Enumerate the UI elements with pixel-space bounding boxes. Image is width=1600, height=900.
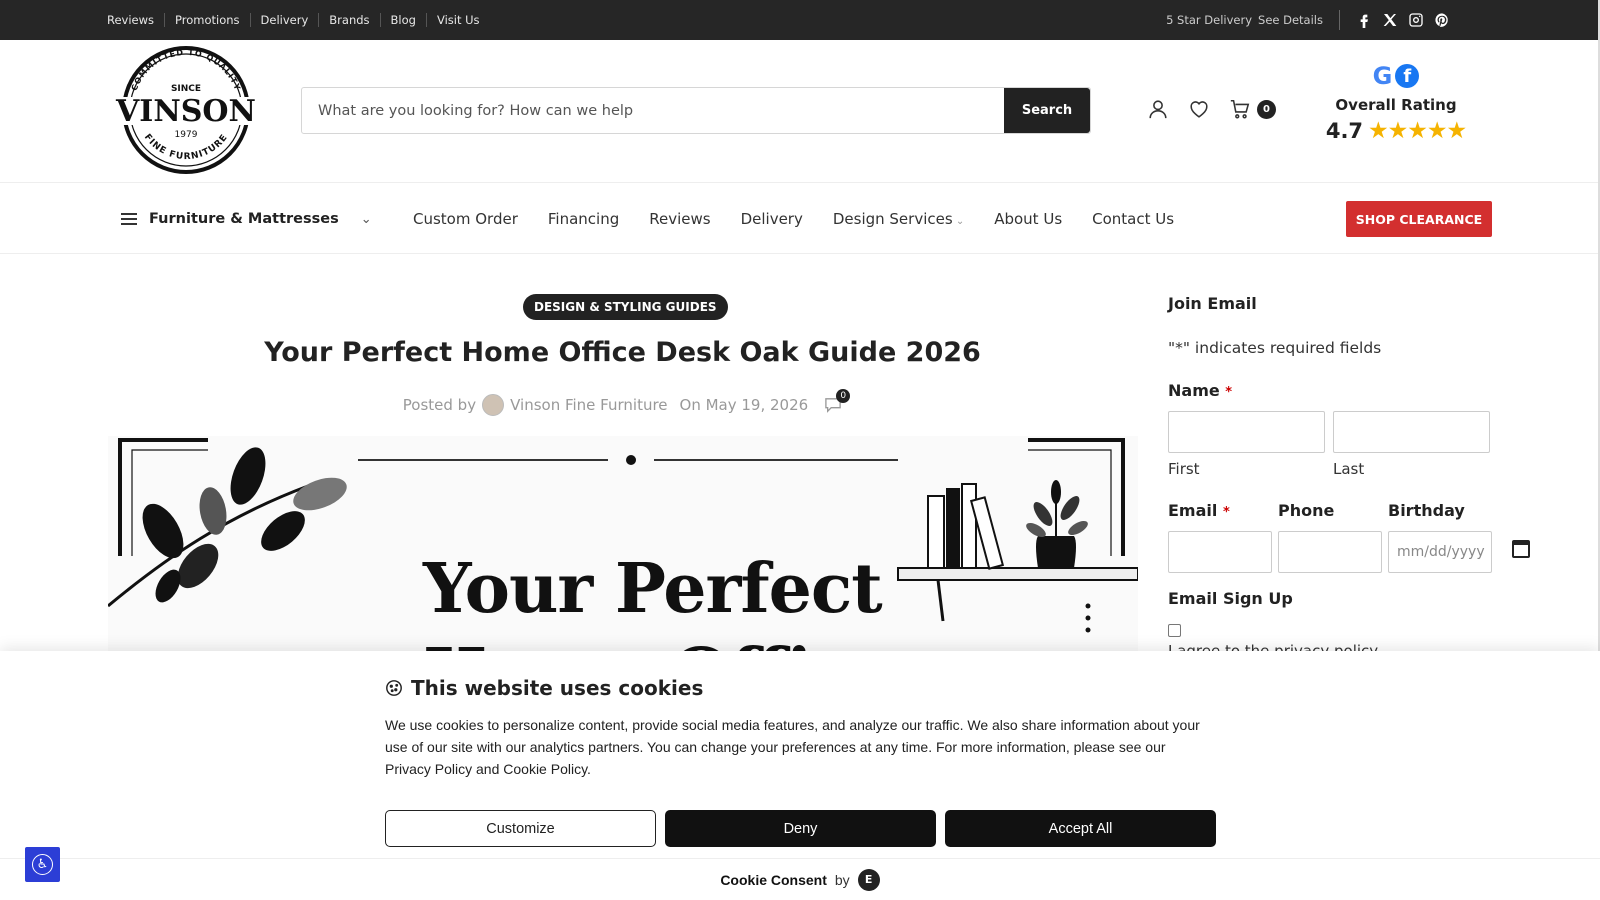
required-mark: * (1225, 385, 1233, 400)
cart-button[interactable]: 0 (1229, 98, 1276, 120)
nav-item-financing[interactable]: Financing (548, 210, 619, 228)
cookie-body-text: We use cookies to personalize content, p… (385, 717, 1200, 777)
phone-label: Phone (1278, 501, 1335, 520)
email-signup-label: Email Sign Up (1168, 589, 1293, 608)
social-links (1356, 12, 1450, 28)
last-name-input[interactable] (1333, 411, 1490, 453)
hamburger-icon (121, 213, 137, 225)
privacy-checkbox[interactable] (1168, 624, 1181, 637)
x-icon[interactable] (1382, 12, 1398, 28)
top-link-promotions[interactable]: Promotions (164, 13, 250, 27)
form-heading: Join Email (1168, 294, 1257, 313)
provider-logo-icon[interactable]: E (857, 868, 880, 891)
logo-name: VINSON (115, 94, 256, 129)
comment-count: 0 (836, 389, 851, 403)
cookie-consent-brand[interactable]: Cookie Consent (720, 872, 827, 888)
top-links: Reviews Promotions Delivery Brands Blog … (104, 0, 490, 40)
instagram-icon[interactable] (1408, 12, 1424, 28)
article-title: Your Perfect Home Office Desk Oak Guide … (264, 337, 981, 368)
accessibility-icon: ♿ (32, 854, 53, 875)
email-input[interactable] (1168, 531, 1272, 573)
category-tag[interactable]: DESIGN & STYLING GUIDES (523, 294, 728, 320)
cart-icon (1229, 98, 1251, 120)
email-label-text: Email (1168, 501, 1218, 520)
cookie-by-text: by (834, 871, 850, 888)
posted-by-label: Posted by (402, 396, 477, 414)
cookie-title-row: This website uses cookies (385, 676, 703, 700)
search-bar: Search (301, 87, 1091, 134)
shop-clearance-button[interactable]: SHOP CLEARANCE (1346, 201, 1492, 237)
required-mark: * (1222, 505, 1230, 520)
nav-item-delivery[interactable]: Delivery (741, 210, 803, 228)
divider (1339, 10, 1340, 30)
review-sources: G f (1316, 64, 1476, 88)
facebook-review-icon: f (1395, 64, 1420, 88)
accessibility-button[interactable]: ♿ (25, 847, 60, 882)
author-name[interactable]: Vinson Fine Furniture (510, 396, 667, 414)
logo-since: SINCE (171, 84, 201, 94)
email-signup-form: Join Email "*" indicates required fields… (1168, 294, 1530, 660)
name-label: Name * (1168, 381, 1232, 400)
nav-item-reviews[interactable]: Reviews (649, 210, 710, 228)
delivery-text: 5 Star Delivery (1166, 13, 1253, 27)
search-input[interactable] (302, 88, 1004, 133)
cookie-consent-banner: This website uses cookies We use cookies… (0, 651, 1600, 900)
category-menu-toggle[interactable]: Furniture & Mattresses ⌄ (121, 183, 372, 255)
rating-stars-icon: ★★★★★ (1368, 118, 1467, 144)
post-date: On May 19, 2026 (679, 396, 809, 414)
customize-button[interactable]: Customize (385, 810, 656, 847)
first-name-sublabel: First (1168, 460, 1200, 478)
cookie-footer: Cookie Consent by E (0, 858, 1600, 900)
name-label-text: Name (1168, 381, 1220, 400)
vinson-logo[interactable]: COMMITTED TO QUALITY SINCE VINSON 1979 F… (106, 45, 266, 175)
first-name-input[interactable] (1168, 411, 1325, 453)
top-link-reviews[interactable]: Reviews (104, 13, 164, 27)
cookie-icon (386, 680, 402, 696)
rating-score: 4.7 (1325, 119, 1364, 143)
top-link-delivery[interactable]: Delivery (249, 13, 319, 27)
google-icon: G (1372, 62, 1393, 90)
phone-input[interactable] (1278, 531, 1382, 573)
chevron-down-icon: ⌄ (360, 211, 372, 227)
top-link-visit-us[interactable]: Visit Us (425, 13, 490, 27)
deny-button[interactable]: Deny (665, 810, 936, 847)
calendar-icon[interactable] (1512, 540, 1530, 558)
top-link-blog[interactable]: Blog (379, 13, 426, 27)
featured-image: Your Perfect Home Office (108, 436, 1138, 666)
birthday-input[interactable]: mm/dd/yyyy (1388, 531, 1492, 573)
nav-item-contact-us[interactable]: Contact Us (1092, 210, 1174, 228)
nav-item-custom-order[interactable]: Custom Order (413, 210, 518, 228)
author-avatar (482, 394, 505, 416)
hero-headline: Your Perfect (423, 549, 883, 629)
logo-year: 1979 (175, 130, 198, 140)
cookie-buttons: Customize Deny Accept All (385, 810, 1216, 847)
nav-item-about-us[interactable]: About Us (994, 210, 1062, 228)
pinterest-icon[interactable] (1434, 12, 1450, 28)
rating-score-row: 4.7 ★★★★★ (1316, 118, 1476, 144)
email-label: Email * (1168, 501, 1230, 520)
overall-rating-widget[interactable]: G f Overall Rating 4.7 ★★★★★ (1316, 64, 1476, 144)
required-fields-note: "*" indicates required fields (1168, 339, 1382, 357)
comments-link[interactable]: 0 (824, 389, 851, 413)
see-details-link[interactable]: See Details (1258, 13, 1323, 27)
wishlist-heart-icon[interactable] (1188, 98, 1210, 120)
cookie-title: This website uses cookies (411, 676, 704, 700)
accept-all-button[interactable]: Accept All (945, 810, 1216, 847)
last-name-sublabel: Last (1333, 460, 1365, 478)
search-button[interactable]: Search (1004, 88, 1090, 133)
birthday-label: Birthday (1388, 501, 1465, 520)
article-meta: Posted by Vinson Fine Furniture On May 1… (100, 389, 1145, 416)
account-icon[interactable] (1147, 98, 1169, 120)
rating-label: Overall Rating (1335, 96, 1457, 114)
header-icons: 0 (1147, 98, 1276, 120)
nav-links: Custom Order Financing Reviews Delivery … (413, 183, 1204, 255)
main-nav: Furniture & Mattresses ⌄ Custom Order Fi… (0, 182, 1600, 254)
category-menu-label: Furniture & Mattresses (149, 211, 339, 227)
cart-count-badge: 0 (1257, 99, 1276, 119)
top-link-brands[interactable]: Brands (318, 13, 379, 27)
nav-item-design-services[interactable]: Design Services (833, 210, 964, 228)
facebook-icon[interactable] (1356, 12, 1372, 28)
top-bar: Reviews Promotions Delivery Brands Blog … (0, 0, 1600, 40)
top-right: 5 Star Delivery See Details (1166, 0, 1450, 40)
